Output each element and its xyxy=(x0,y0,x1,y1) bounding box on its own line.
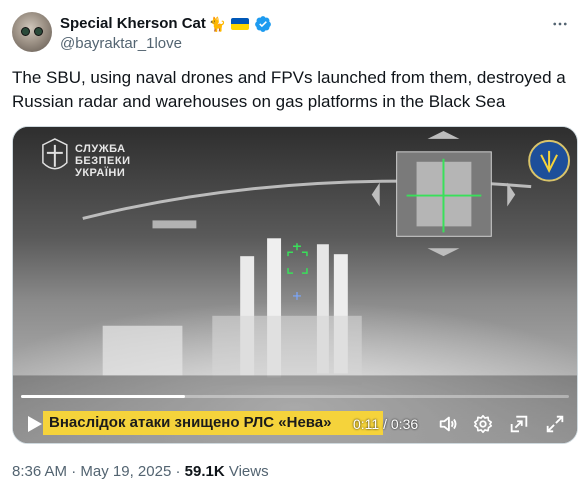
display-name[interactable]: Special Kherson Cat xyxy=(60,14,206,34)
avatar[interactable] xyxy=(12,12,52,52)
avatar-eye xyxy=(34,27,43,36)
cat-emoji: 🐈 xyxy=(208,16,227,32)
progress-fill xyxy=(21,395,186,398)
video-controls: Внаслідок атаки знищено РЛС «Нева» 0:11 … xyxy=(13,387,577,443)
duration: 0:36 xyxy=(390,416,419,432)
more-options-button[interactable] xyxy=(548,12,572,36)
volume-icon[interactable] xyxy=(437,413,459,435)
play-icon[interactable] xyxy=(27,415,43,433)
views-label: Views xyxy=(224,463,269,480)
ukraine-flag-icon xyxy=(231,18,250,30)
name-row: Special Kherson Cat 🐈 xyxy=(60,14,272,34)
more-options-icon xyxy=(553,22,567,26)
post-time[interactable]: 8:36 AM xyxy=(12,463,67,480)
avatar-eye xyxy=(21,27,30,36)
video-time: 0:11 / 0:36 xyxy=(353,415,418,433)
current-time: 0:11 xyxy=(353,416,380,432)
progress-bar[interactable] xyxy=(21,395,569,398)
video-caption: Внаслідок атаки знищено РЛС «Нева» xyxy=(43,411,383,435)
views-count: 59.1K xyxy=(184,463,225,480)
tweet-text: The SBU, using naval drones and FPVs lau… xyxy=(12,68,566,111)
tweet-meta: 8:36 AM · May 19, 2025 · 59.1K Views xyxy=(12,462,269,482)
tweet-header: Special Kherson Cat 🐈 @bayraktar_1love xyxy=(12,12,576,56)
post-date[interactable]: May 19, 2025 xyxy=(80,463,171,480)
fullscreen-icon[interactable] xyxy=(544,413,566,435)
picture-in-picture-icon[interactable] xyxy=(508,413,530,435)
verified-badge-icon xyxy=(255,16,272,32)
meta-separator: · xyxy=(67,463,81,480)
user-handle[interactable]: @bayraktar_1love xyxy=(60,34,182,54)
video-player[interactable]: СЛУЖБА БЕЗПЕКИ УКРАЇНИ Внаслідок атаки зни… xyxy=(12,126,578,444)
settings-gear-icon[interactable] xyxy=(472,413,494,435)
sbu-logo-text: СЛУЖБА БЕЗПЕКИ УКРАЇНИ xyxy=(75,143,131,179)
time-separator: / xyxy=(379,416,391,432)
meta-separator: · xyxy=(171,463,185,480)
